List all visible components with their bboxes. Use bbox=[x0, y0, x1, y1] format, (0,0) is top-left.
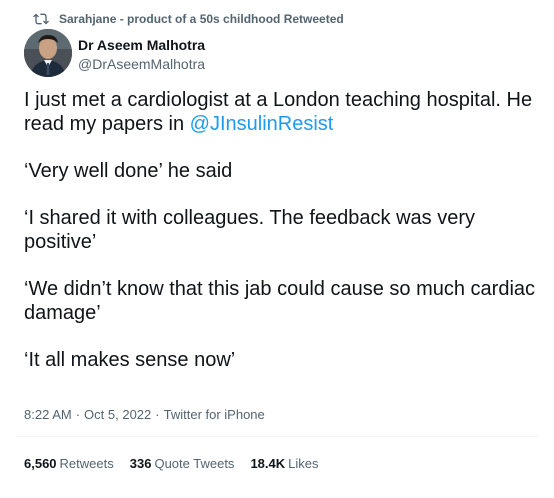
author-name[interactable]: Dr Aseem Malhotra bbox=[78, 37, 205, 54]
divider bbox=[16, 436, 538, 437]
retweet-context[interactable]: Sarahjane - product of a 50s childhood R… bbox=[33, 11, 344, 27]
likes-label: Likes bbox=[288, 456, 319, 471]
tweet-time[interactable]: 8:22 AM bbox=[24, 407, 72, 422]
quote-tweets-stat[interactable]: 336 Quote Tweets bbox=[130, 456, 235, 471]
mention-link[interactable]: @JInsulinResist bbox=[190, 113, 334, 135]
author-handle[interactable]: @DrAseemMalhotra bbox=[78, 56, 205, 73]
likes-count: 18.4K bbox=[250, 456, 286, 471]
retweets-count: 6,560 bbox=[24, 456, 57, 471]
tweet-meta: 8:22 AM · Oct 5, 2022 · Twitter for iPhone bbox=[24, 407, 265, 422]
retweet-context-text: Sarahjane - product of a 50s childhood R… bbox=[59, 12, 344, 26]
quote-tweets-label: Quote Tweets bbox=[154, 456, 235, 471]
meta-separator: · bbox=[75, 407, 81, 422]
retweets-label: Retweets bbox=[59, 456, 114, 471]
tweet-paragraph: I just met a cardiologist at a London te… bbox=[24, 88, 539, 136]
tweet-stats: 6,560 Retweets 336 Quote Tweets 18.4K Likes bbox=[24, 456, 335, 471]
tweet-paragraph: ‘Very well done’ he said bbox=[24, 160, 233, 182]
retweets-stat[interactable]: 6,560 Retweets bbox=[24, 456, 114, 471]
meta-separator: · bbox=[155, 407, 160, 422]
tweet-date[interactable]: Oct 5, 2022 bbox=[84, 407, 151, 422]
author-block: Dr Aseem Malhotra @DrAseemMalhotra bbox=[78, 37, 205, 73]
avatar-photo-icon bbox=[24, 29, 72, 77]
tweet-card: Sarahjane - product of a 50s childhood R… bbox=[0, 0, 554, 498]
tweet-paragraph: ‘I shared it with colleagues. The feedba… bbox=[24, 207, 475, 253]
likes-stat[interactable]: 18.4K Likes bbox=[250, 456, 318, 471]
tweet-paragraph: ‘It all makes sense now’ bbox=[24, 349, 236, 371]
quote-tweets-count: 336 bbox=[129, 456, 152, 471]
tweet-source[interactable]: Twitter for iPhone bbox=[164, 407, 265, 422]
retweet-icon bbox=[33, 11, 49, 27]
tweet-text: I just met a cardiologist at a London te… bbox=[24, 88, 539, 395]
avatar[interactable] bbox=[24, 29, 72, 77]
tweet-paragraph: ‘We didn’t know that this jab could caus… bbox=[24, 278, 536, 324]
